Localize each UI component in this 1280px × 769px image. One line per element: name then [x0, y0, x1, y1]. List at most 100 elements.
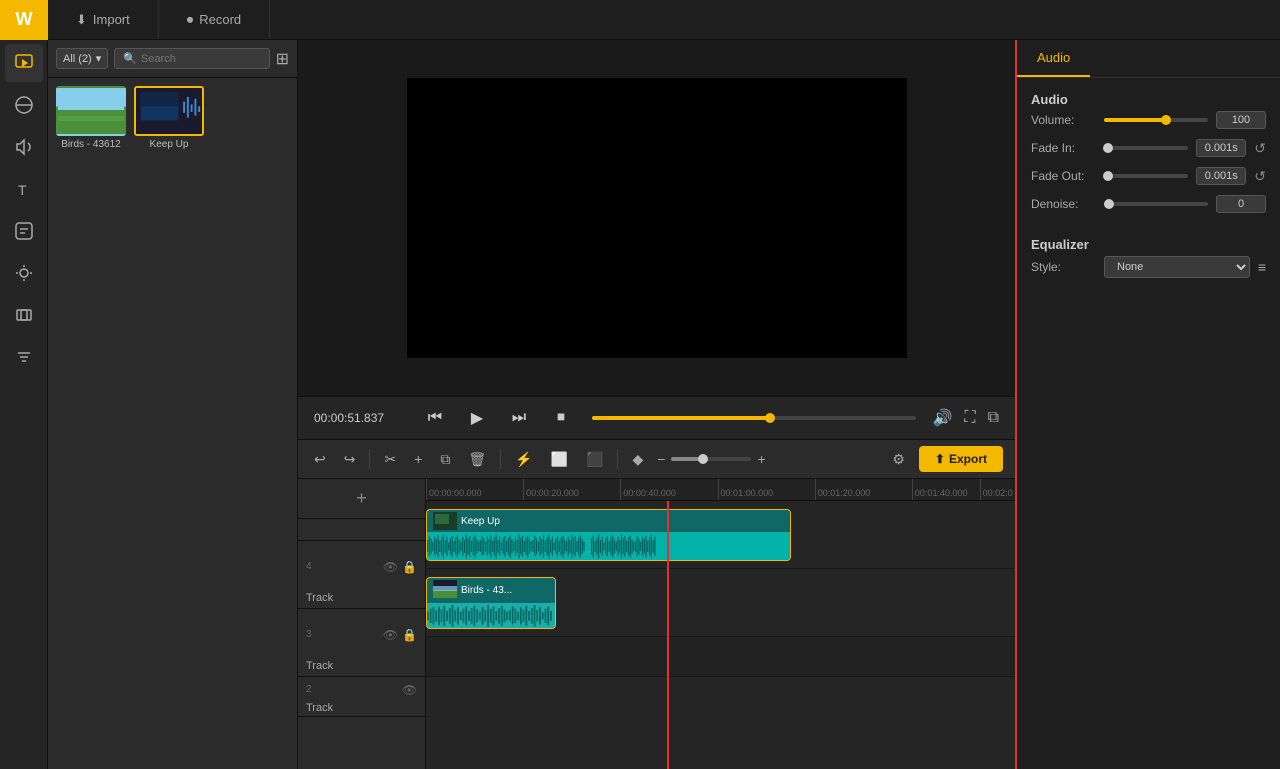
- delete-button[interactable]: 🗑: [464, 447, 490, 472]
- playback-right-controls: 🔊 ⛶ ⧉: [932, 408, 999, 428]
- record-label: Record: [199, 12, 241, 27]
- ruler-spacer: [298, 519, 425, 541]
- chevron-down-icon: ▾: [96, 52, 102, 65]
- sidebar-item-stickers[interactable]: [5, 212, 43, 250]
- search-box: 🔍: [114, 48, 269, 69]
- fadeout-row: Fade Out: 0.001s ↺: [1031, 167, 1266, 185]
- ruler-tick-6: 00:02:0: [980, 479, 1013, 500]
- sidebar-item-effects[interactable]: [5, 254, 43, 292]
- clip-birds-waveform: [427, 603, 555, 628]
- fadeout-reset-button[interactable]: ↺: [1254, 168, 1266, 185]
- pip-icon[interactable]: ⧉: [988, 409, 999, 427]
- playback-bar: 00:00:51.837 ⏮ ▶ ⏭ ⏹ 🔊 ⛶ ⧉: [298, 396, 1015, 439]
- volume-label: Volume:: [1031, 113, 1096, 127]
- track-number-4: 4: [306, 561, 312, 572]
- media-thumb-keepup: [134, 86, 204, 136]
- audio-tab[interactable]: Audio: [1017, 40, 1090, 77]
- sidebar-item-audio[interactable]: [5, 128, 43, 166]
- track-3-eye-icon[interactable]: 👁: [383, 628, 398, 642]
- import-tab[interactable]: ⬇ Import: [48, 0, 159, 39]
- sidebar-item-media[interactable]: [5, 44, 43, 82]
- volume-value[interactable]: 100: [1216, 111, 1266, 129]
- clip-keepup-waveform: // This will be rendered as static SVG: [427, 532, 790, 560]
- media-item-birds[interactable]: Birds - 43612: [56, 86, 126, 150]
- toolbar-separator-1: [369, 449, 370, 469]
- crop-button[interactable]: ⬜: [547, 447, 572, 472]
- copy-button[interactable]: ⧉: [436, 447, 454, 472]
- ruler-tick-3: 00:01:00.000: [718, 479, 774, 500]
- filter-dropdown[interactable]: All (2) ▾: [56, 48, 108, 69]
- export-label: Export: [949, 452, 987, 466]
- volume-slider[interactable]: [1104, 118, 1208, 122]
- redo-button[interactable]: ↪: [340, 447, 360, 472]
- clip-birds-label: Birds - 43...: [461, 585, 512, 596]
- filter-label: All (2): [63, 53, 92, 65]
- play-pause-button[interactable]: ▶: [462, 403, 492, 433]
- clip-birds[interactable]: Birds - 43...: [426, 577, 556, 629]
- marker-button[interactable]: ◆: [628, 447, 647, 472]
- style-label: Style:: [1031, 260, 1096, 274]
- fadein-thumb: [1103, 143, 1113, 153]
- audio-content: Audio Volume: 100 Fade In:: [1017, 78, 1280, 292]
- clip-keepup[interactable]: Keep Up // This will be rendered as stat…: [426, 509, 791, 561]
- track-4-eye-icon[interactable]: 👁: [383, 560, 398, 574]
- sidebar-item-text[interactable]: T: [5, 170, 43, 208]
- toolbar-separator-3: [617, 449, 618, 469]
- track-number-3: 3: [306, 629, 312, 640]
- step-forward-button[interactable]: ⏭: [504, 403, 534, 433]
- sidebar-item-overlays[interactable]: [5, 296, 43, 334]
- equalizer-section: Equalizer Style: None ≡: [1031, 237, 1266, 278]
- media-toolbar: All (2) ▾ 🔍 ⊞: [48, 40, 297, 78]
- audio-panel: Audio Audio Volume: 100 Fade In:: [1015, 40, 1280, 769]
- fadein-reset-button[interactable]: ↺: [1254, 140, 1266, 157]
- undo-button[interactable]: ↩: [310, 447, 330, 472]
- zoom-thumb: [698, 454, 708, 464]
- volume-fill: [1104, 118, 1166, 122]
- track-row-3: Birds - 43...: [426, 569, 1015, 637]
- volume-row: Volume: 100: [1031, 111, 1266, 129]
- equalizer-section-title: Equalizer: [1031, 237, 1266, 252]
- style-select[interactable]: None: [1104, 256, 1250, 278]
- step-back-button[interactable]: ⏮: [420, 403, 450, 433]
- stop-button[interactable]: ⏹: [546, 403, 576, 433]
- track-4-lock-icon[interactable]: 🔒: [402, 560, 417, 574]
- add-track-button[interactable]: +: [298, 479, 425, 519]
- audio-section-title: Audio: [1031, 92, 1266, 107]
- export-settings-button[interactable]: ⚙: [888, 447, 909, 472]
- add-media-button[interactable]: +: [410, 447, 426, 471]
- expand-button[interactable]: ⬛: [582, 447, 607, 472]
- zoom-plus-button[interactable]: +: [757, 451, 765, 467]
- zoom-slider[interactable]: [671, 457, 751, 461]
- track-label-3: Track: [298, 660, 425, 676]
- grid-toggle-icon[interactable]: ⊞: [276, 49, 289, 69]
- sidebar-item-filters[interactable]: [5, 338, 43, 376]
- fadeout-slider[interactable]: [1104, 174, 1188, 178]
- denoise-slider[interactable]: [1104, 202, 1208, 206]
- export-button[interactable]: ⬆ Export: [919, 446, 1003, 472]
- export-icon: ⬆: [935, 452, 945, 466]
- fadeout-value[interactable]: 0.001s: [1196, 167, 1246, 185]
- track-3-lock-icon[interactable]: 🔒: [402, 628, 417, 642]
- track-label-2: Track: [298, 702, 425, 716]
- track-label-row-4: 4 👁 🔒 Track: [298, 541, 425, 609]
- track-row-4: Keep Up // This will be rendered as stat…: [426, 501, 1015, 569]
- track-label-row-2: 2 👁 Track: [298, 677, 425, 717]
- progress-bar[interactable]: [592, 416, 916, 420]
- denoise-value[interactable]: 0: [1216, 195, 1266, 213]
- search-input[interactable]: [141, 53, 261, 65]
- record-tab[interactable]: ⏺ Record: [159, 0, 270, 39]
- track-2-eye-icon[interactable]: 👁: [402, 683, 417, 697]
- app-logo: W: [0, 0, 48, 40]
- timeline-toolbar: ↩ ↪ ✂ + ⧉ 🗑 ⚡ ⬜ ⬛ ◆ − + ⚙: [298, 439, 1015, 479]
- fullscreen-icon[interactable]: ⛶: [964, 409, 975, 427]
- media-item-keepup[interactable]: Keep Up: [134, 86, 204, 150]
- split-button[interactable]: ⚡: [511, 447, 536, 472]
- zoom-minus-button[interactable]: −: [657, 451, 665, 467]
- fadein-slider[interactable]: [1104, 146, 1188, 150]
- equalizer-settings-button[interactable]: ≡: [1258, 259, 1266, 275]
- cut-button[interactable]: ✂: [380, 447, 400, 472]
- sidebar-item-transitions[interactable]: [5, 86, 43, 124]
- volume-icon[interactable]: 🔊: [932, 408, 952, 428]
- fadein-value[interactable]: 0.001s: [1196, 139, 1246, 157]
- playhead: [667, 501, 669, 769]
